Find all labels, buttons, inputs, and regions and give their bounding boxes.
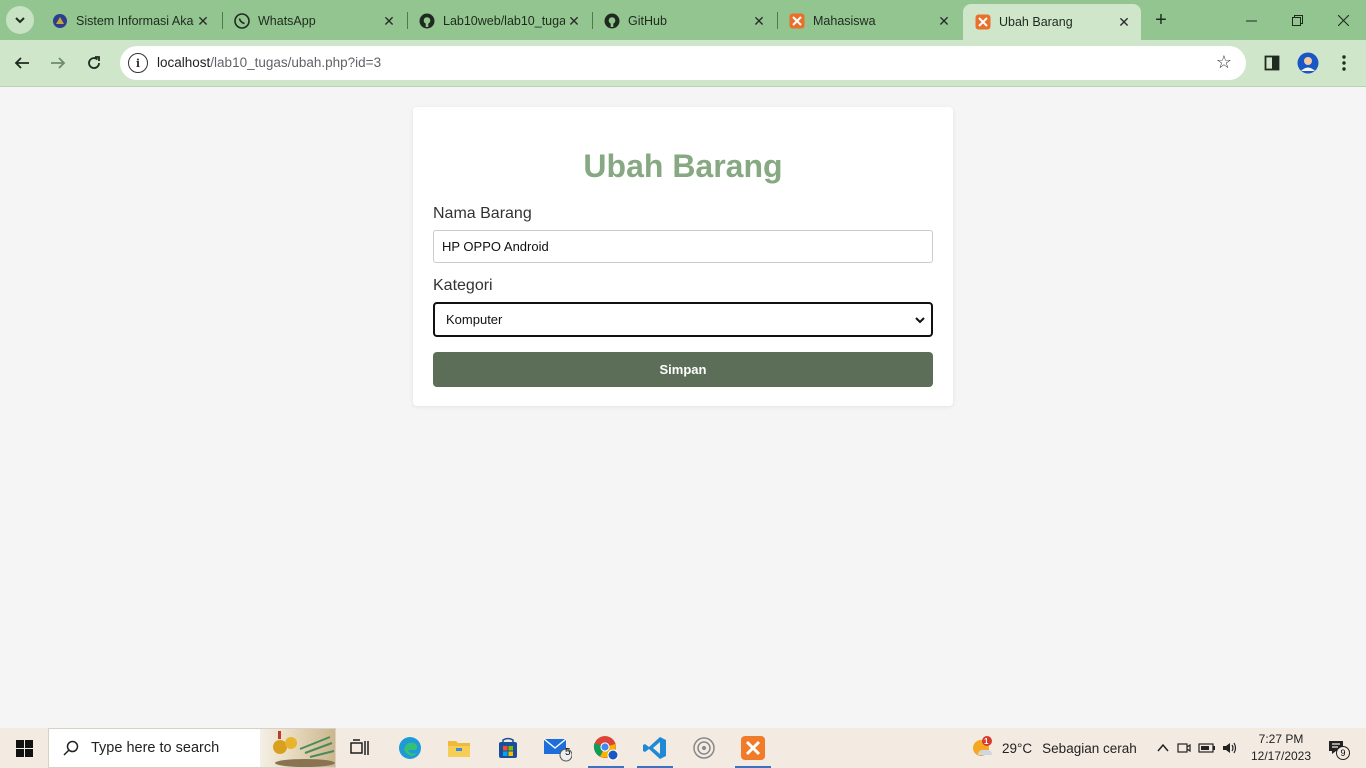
taskbar-search-box[interactable]: Type here to search: [48, 728, 336, 768]
kategori-label: Kategori: [433, 277, 493, 294]
tab-title: Mahasiswa: [813, 14, 876, 28]
page-title: Ubah Barang: [583, 148, 783, 184]
system-tray: [1156, 728, 1238, 768]
file-explorer-icon[interactable]: [437, 732, 481, 764]
profile-avatar-icon[interactable]: [1295, 50, 1321, 76]
url-host: localhost: [157, 55, 211, 70]
bookmark-star-icon[interactable]: ☆: [1216, 52, 1232, 73]
github-icon: [604, 13, 620, 29]
weather-condition-text: Sebagian cerah: [1042, 740, 1137, 756]
close-icon[interactable]: ✕: [935, 12, 953, 30]
windows-start-icon[interactable]: [0, 728, 48, 768]
new-tab-icon[interactable]: +: [1150, 9, 1172, 31]
tab-github[interactable]: GitHub ✕: [592, 6, 776, 36]
edit-item-form: Ubah Barang Nama Barang Kategori Kompute…: [413, 107, 953, 406]
notification-icon[interactable]: 9: [1324, 736, 1350, 760]
chevron-up-icon[interactable]: [1156, 741, 1170, 755]
task-view-icon[interactable]: [338, 732, 382, 764]
close-icon[interactable]: ✕: [565, 12, 583, 30]
site-info-icon[interactable]: i: [128, 53, 148, 73]
notification-count-badge: 9: [1336, 746, 1350, 760]
search-placeholder: Type here to search: [91, 740, 220, 756]
clock-date: 12/17/2023: [1250, 749, 1312, 763]
tab-search-button[interactable]: [6, 6, 34, 34]
chevron-down-icon: [15, 17, 25, 24]
window-close-icon[interactable]: [1320, 0, 1366, 40]
temperature-text: 29°C: [1002, 740, 1033, 756]
url-text[interactable]: localhost/lab10_tugas/ubah.php?id=3: [157, 55, 381, 70]
mail-icon[interactable]: 5: [535, 732, 579, 764]
edge-icon[interactable]: [388, 732, 432, 764]
close-icon[interactable]: ✕: [194, 12, 212, 30]
tab-title: WhatsApp: [258, 14, 316, 28]
weather-sun-icon: [973, 736, 992, 756]
meet-now-icon[interactable]: [1176, 740, 1192, 756]
kategori-select[interactable]: Komputer: [433, 302, 933, 337]
tab-lab10web[interactable]: Lab10web/lab10_tuga ✕: [407, 6, 591, 36]
windows-taskbar: Type here to search 5 1 29°C Sebagian ce…: [0, 728, 1366, 768]
github-icon: [419, 13, 435, 29]
close-icon[interactable]: ✕: [380, 12, 398, 30]
kategori-selected-value: Komputer: [446, 312, 503, 327]
tab-title: Ubah Barang: [999, 15, 1073, 29]
nama-barang-label: Nama Barang: [433, 205, 532, 222]
university-icon: [52, 13, 68, 29]
tab-strip: Sistem Informasi Akad ✕ WhatsApp ✕ Lab10…: [0, 0, 1366, 40]
tab-sistem-informasi[interactable]: Sistem Informasi Akad ✕: [40, 6, 220, 36]
search-highlight-image: [260, 729, 335, 767]
store-icon[interactable]: [486, 732, 530, 764]
chevron-down-icon: [915, 317, 925, 324]
restore-icon[interactable]: [1274, 0, 1320, 40]
vscode-icon[interactable]: [633, 732, 677, 768]
xampp-icon: [789, 13, 805, 29]
xampp-icon[interactable]: [731, 732, 775, 768]
tab-title: GitHub: [628, 14, 667, 28]
nama-barang-input[interactable]: [433, 230, 933, 263]
tab-mahasiswa[interactable]: Mahasiswa ✕: [777, 6, 961, 36]
mail-badge-count: 5: [565, 747, 571, 758]
search-icon: [63, 740, 79, 756]
tab-ubah-barang[interactable]: Ubah Barang ✕: [963, 4, 1141, 40]
reload-icon[interactable]: [79, 48, 109, 78]
clock-time: 7:27 PM: [1258, 732, 1304, 746]
side-panel-icon[interactable]: [1259, 50, 1285, 76]
address-bar[interactable]: i localhost/lab10_tugas/ubah.php?id=3 ☆: [120, 46, 1246, 80]
simpan-button[interactable]: Simpan: [433, 352, 933, 387]
close-icon[interactable]: ✕: [1115, 13, 1133, 31]
obs-icon[interactable]: [682, 732, 726, 764]
taskbar-clock[interactable]: 7:27 PM 12/17/2023: [1248, 731, 1314, 765]
whatsapp-icon: [234, 13, 250, 29]
battery-icon[interactable]: [1198, 741, 1216, 755]
kebab-menu-icon[interactable]: [1331, 50, 1357, 76]
volume-icon[interactable]: [1222, 741, 1238, 755]
browser-toolbar: i localhost/lab10_tugas/ubah.php?id=3 ☆: [0, 40, 1366, 87]
chrome-icon[interactable]: [584, 732, 628, 768]
url-path: /lab10_tugas/ubah.php?id=3: [210, 55, 382, 70]
weather-widget[interactable]: 1 29°C Sebagian cerah: [970, 728, 1137, 768]
xampp-icon: [975, 14, 991, 30]
weather-alert-badge: 1: [984, 737, 989, 746]
back-arrow-icon[interactable]: [7, 48, 37, 78]
forward-arrow-icon[interactable]: [43, 48, 73, 78]
close-icon[interactable]: ✕: [750, 12, 768, 30]
minimize-icon[interactable]: [1228, 0, 1274, 40]
tab-title: Lab10web/lab10_tuga: [443, 14, 565, 28]
tab-title: Sistem Informasi Akad: [76, 14, 194, 28]
tab-whatsapp[interactable]: WhatsApp ✕: [222, 6, 406, 36]
